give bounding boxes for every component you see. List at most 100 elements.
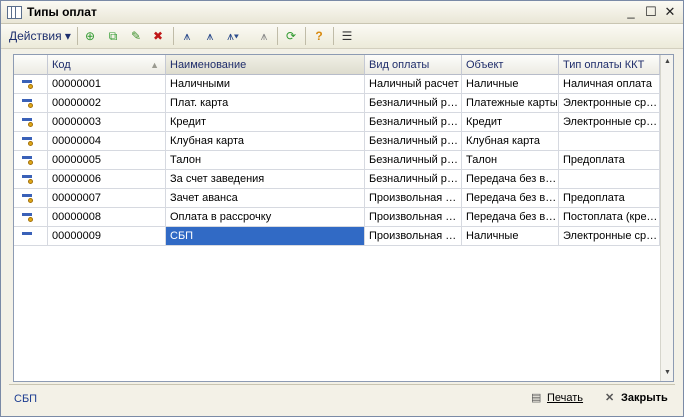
toolbar-separator [333,27,334,45]
cell-code[interactable]: 00000006 [48,170,166,189]
cell-name[interactable]: Наличными [166,75,365,94]
scroll-down-icon[interactable]: ▼ [662,367,673,378]
table-row[interactable]: 00000006 За счет заведения Безналичный рас… [14,170,660,189]
cell-object[interactable]: Талон [462,151,559,170]
cell-kkt[interactable]: Предоплата [559,189,660,208]
cell-object[interactable]: Наличные [462,227,559,246]
cell-kind[interactable]: Безналичный расчет [365,113,462,132]
cell-code[interactable]: 00000008 [48,208,166,227]
printer-icon: ▤ [531,392,542,404]
table-row[interactable]: 00000005ТалонБезналичный расчетТалонПред… [14,151,660,170]
scroll-up-icon[interactable]: ▲ [662,56,673,67]
cell-kkt[interactable]: Электронные средства [559,113,660,132]
close-x-icon: ✕ [605,392,615,404]
cell-kkt[interactable]: Электронные средства [559,227,660,246]
cell-icon [14,151,48,170]
table-row[interactable]: 00000004Клубная картаБезналичный расчетК… [14,132,660,151]
column-header-object[interactable]: Объект [462,55,559,75]
filter-history-icon[interactable]: ⩚▾ [224,27,242,45]
table-row[interactable]: 00000002Плат. картаБезналичный расчетПла… [14,94,660,113]
cell-name[interactable]: Плат. карта [166,94,365,113]
column-header-name[interactable]: Наименование [166,55,365,75]
cell-kind[interactable]: Безналичный расчет [365,94,462,113]
cell-kind[interactable]: Наличный расчет [365,75,462,94]
table-row[interactable]: 00000001 Наличными Наличный расчет Наличные… [14,75,660,94]
add-icon[interactable]: ⊕ [81,27,99,45]
print-button[interactable]: ▤ Печать [531,392,583,404]
delete-icon[interactable]: ✖ [149,27,167,45]
toolbar-separator [277,27,278,45]
maximize-icon[interactable]: ☐ [643,4,659,20]
minimize-icon[interactable]: _ [623,4,639,20]
cell-kkt[interactable]: Электронные средства [559,94,660,113]
cell-name[interactable]: Оплата в рассрочку [166,208,365,227]
catalog-item-icon [22,231,34,241]
cell-code[interactable]: 00000007 [48,189,166,208]
cell-kind[interactable]: Безналичный расчет [365,170,462,189]
cell-kind[interactable]: Безналичный расчет [365,151,462,170]
vertical-scrollbar[interactable]: ▲ ▼ [660,55,673,381]
cell-kkt[interactable]: Постоплата (кредит) [559,208,660,227]
table-row[interactable]: 00000003КредитБезналичный расчетКредитЭл… [14,113,660,132]
cell-code[interactable]: 00000003 [48,113,166,132]
cell-name[interactable]: Кредит [166,113,365,132]
table-row[interactable]: 00000009СБППроизвольная оплатаНаличныеЭл… [14,227,660,246]
cell-code[interactable]: 00000005 [48,151,166,170]
cell-kkt[interactable] [559,132,660,151]
cell-icon [14,113,48,132]
cell-icon [14,208,48,227]
cell-name[interactable]: Талон [166,151,365,170]
column-header-code[interactable]: Код ▲ [48,55,166,75]
payment-types-grid: Код ▲ Наименование Вид оплаты Объект Тип … [13,54,674,382]
actions-menu-button[interactable]: Действия ▾ [9,29,71,43]
cell-kind[interactable]: Безналичный расчет [365,132,462,151]
cell-icon [14,75,48,94]
cell-code[interactable]: 00000004 [48,132,166,151]
cell-icon [14,227,48,246]
filter-set-icon[interactable]: ⩚ [178,27,196,45]
cell-code[interactable]: 00000001 [48,75,166,94]
cell-code[interactable]: 00000002 [48,94,166,113]
catalog-item-predefined-icon [22,98,34,108]
sort-indicator-icon: ▲ [150,60,159,70]
cell-kind[interactable]: Произвольная оплата [365,208,462,227]
cell-kkt[interactable] [559,170,660,189]
cell-name[interactable]: За счет заведения [166,170,365,189]
edit-pencil-icon[interactable]: ✎ [127,27,145,45]
cell-object[interactable]: Передача без выручки [462,208,559,227]
list-settings-icon[interactable]: ☰ [338,27,356,45]
close-button[interactable]: ✕ Закрыть [605,392,668,404]
catalog-item-predefined-icon [22,155,34,165]
cell-name[interactable]: Зачет аванса [166,189,365,208]
cell-object[interactable]: Передача без выручки [462,189,559,208]
footer-divider [9,384,675,385]
table-row[interactable]: 00000007Зачет авансаПроизвольная оплатаП… [14,189,660,208]
cell-name[interactable]: Клубная карта [166,132,365,151]
cell-kind[interactable]: Произвольная оплата [365,227,462,246]
cell-kkt[interactable]: Предоплата [559,151,660,170]
table-row[interactable]: 00000008 Оплата в рассрочку Произвольная о… [14,208,660,227]
help-icon[interactable]: ? [310,27,328,45]
payment-types-window: Типы оплат _ ☐ ✕ Действия ▾ ⊕ ⧉ ✎ ✖ ⩚ ⩚ … [0,0,684,417]
catalog-item-predefined-icon [22,193,34,203]
cell-kind[interactable]: Произвольная оплата [365,189,462,208]
column-header-kind[interactable]: Вид оплаты [365,55,462,75]
cell-object[interactable]: Кредит [462,113,559,132]
copy-add-icon[interactable]: ⧉ [104,27,122,45]
cell-object[interactable]: Передача без выручки [462,170,559,189]
refresh-icon[interactable]: ⟳ [282,27,300,45]
cell-name[interactable]: СБП [166,227,365,246]
filter-clear-icon[interactable]: ⩚ [255,27,273,45]
cell-object[interactable]: Платежные карты [462,94,559,113]
current-item-label: СБП [14,393,38,405]
close-icon[interactable]: ✕ [662,4,678,20]
cell-code[interactable]: 00000009 [48,227,166,246]
filter-value-icon[interactable]: ⩚ [201,27,219,45]
window-title: Типы оплат [27,5,97,19]
cell-object[interactable]: Наличные [462,75,559,94]
column-header-icon[interactable] [14,55,48,75]
footer: СБП ▤ Печать ✕ Закрыть [1,384,683,416]
column-header-kkt[interactable]: Тип оплаты ККТ [559,55,660,75]
cell-kkt[interactable]: Наличная оплата [559,75,660,94]
cell-object[interactable]: Клубная карта [462,132,559,151]
